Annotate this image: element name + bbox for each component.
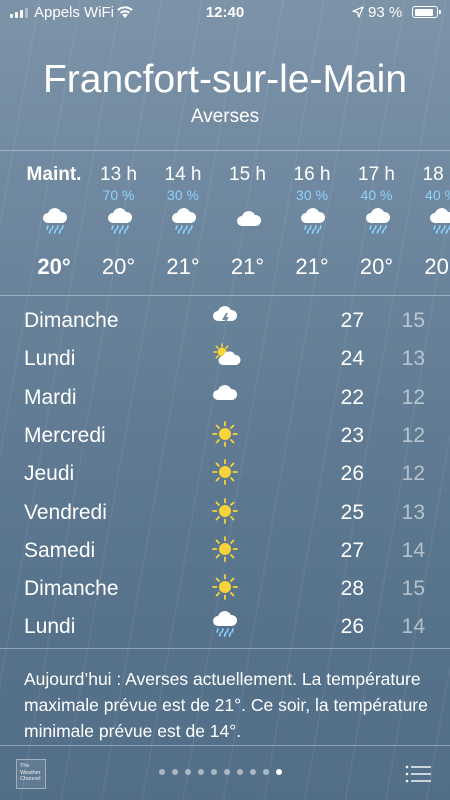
hour-label: 14 h [164, 164, 202, 185]
location-arrow-icon [352, 5, 364, 22]
hour-label: 15 h [229, 164, 266, 185]
hour-label: 13 h [100, 164, 137, 185]
hour-temperature: 20° [359, 254, 394, 279]
daily-row: Jeudi 26 12 [0, 454, 450, 492]
low-temperature: 15 [401, 577, 425, 601]
day-name: Lundi [24, 347, 76, 371]
page-indicator[interactable] [159, 769, 282, 775]
page-dot[interactable] [172, 769, 178, 775]
today-summary: Aujourd’hui : Averses actuellement. La t… [24, 669, 428, 741]
rain-cloud-icon [106, 208, 134, 239]
day-name: Vendredi [24, 500, 107, 524]
day-name: Mercredi [24, 423, 106, 447]
low-temperature: 12 [401, 385, 425, 409]
hour-temperature: 20° [101, 254, 136, 279]
daily-row: Lundi 24 13 [0, 339, 450, 377]
precipitation-chance: 30 % [296, 187, 328, 203]
hour-temperature: 21° [166, 254, 200, 279]
page-dot[interactable] [263, 769, 269, 775]
high-temperature: 24 [340, 347, 364, 371]
daily-row: Samedi 27 14 [0, 531, 450, 569]
cloud-icon [211, 382, 239, 411]
hour-temperature: 20° [37, 254, 71, 279]
sun-icon [211, 535, 239, 568]
divider [0, 648, 450, 649]
page-dot[interactable] [250, 769, 256, 775]
sun-icon [211, 497, 239, 530]
page-dot[interactable] [159, 769, 165, 775]
hour-temperature: 20° [424, 254, 450, 279]
precipitation-chance: 40 % [425, 187, 450, 203]
page-dot[interactable] [211, 769, 217, 775]
high-temperature: 26 [340, 462, 364, 486]
high-temperature: 28 [340, 577, 364, 601]
sun-icon [211, 458, 239, 491]
sun-icon [211, 420, 239, 453]
low-temperature: 13 [401, 347, 425, 371]
footer-bar: The Weather Channel [0, 745, 450, 800]
hour-temperature: 21° [295, 254, 329, 279]
daily-row: Vendredi 25 13 [0, 493, 450, 531]
page-dot[interactable] [224, 769, 230, 775]
weather-channel-logo[interactable]: The Weather Channel [16, 759, 46, 789]
daily-row: Lundi 26 14 [0, 607, 450, 645]
daily-row: Dimanche 28 15 [0, 569, 450, 607]
high-temperature: 25 [340, 500, 364, 524]
cloud-icon [235, 208, 263, 237]
rain-cloud-icon [211, 611, 239, 642]
day-name: Samedi [24, 538, 96, 562]
city-name: Francfort-sur-le-Main [42, 58, 408, 101]
low-temperature: 14 [401, 615, 425, 639]
hour-label: 18 h [422, 164, 450, 185]
partly-cloudy-icon [211, 343, 243, 374]
rain-cloud-icon [41, 208, 69, 239]
daily-row: Dimanche 27 15 [0, 301, 450, 339]
day-name: Mardi [24, 385, 77, 409]
high-temperature: 27 [340, 309, 364, 332]
hourly-forecast[interactable]: Maint. 20° 13 h 70 % 20° 14 h 30 % 21° 15 h 21° 16… [0, 150, 450, 295]
rain-cloud-icon [170, 208, 198, 239]
low-temperature: 15 [401, 309, 425, 332]
battery-icon [412, 6, 441, 18]
low-temperature: 12 [401, 462, 425, 486]
city-list-icon[interactable] [405, 765, 431, 783]
rain-cloud-icon [364, 208, 392, 239]
day-name: Lundi [24, 615, 76, 639]
day-name: Dimanche [24, 577, 119, 601]
rain-cloud-icon [299, 208, 327, 239]
low-temperature: 12 [401, 423, 425, 447]
precipitation-chance: 40 % [360, 187, 393, 203]
divider [0, 295, 450, 296]
high-temperature: 26 [340, 615, 364, 639]
low-temperature: 14 [401, 538, 425, 562]
low-temperature: 13 [401, 500, 425, 524]
daily-row: Mardi 22 12 [0, 378, 450, 416]
hour-label: 17 h [358, 164, 395, 185]
rain-cloud-icon [428, 208, 450, 239]
page-dot[interactable] [185, 769, 191, 775]
status-bar: Appels WiFi 12:40 93 % [0, 0, 450, 26]
page-dot[interactable] [198, 769, 204, 775]
thunderstorm-icon [211, 305, 239, 336]
sun-icon [211, 573, 239, 606]
hour-temperature: 21° [230, 254, 265, 279]
high-temperature: 22 [340, 385, 364, 409]
precipitation-chance: 70 % [102, 187, 135, 203]
precipitation-chance: 30 % [167, 187, 199, 203]
high-temperature: 23 [340, 423, 364, 447]
daily-row: Mercredi 23 12 [0, 416, 450, 454]
current-condition: Averses [190, 106, 260, 127]
battery-percentage: 93 % [368, 4, 403, 21]
hour-label: Maint. [26, 164, 82, 185]
day-name: Dimanche [24, 309, 119, 332]
page-dot[interactable] [276, 769, 282, 775]
high-temperature: 27 [340, 538, 364, 562]
hour-label: 16 h [293, 164, 331, 185]
day-name: Jeudi [24, 462, 75, 486]
page-dot[interactable] [237, 769, 243, 775]
